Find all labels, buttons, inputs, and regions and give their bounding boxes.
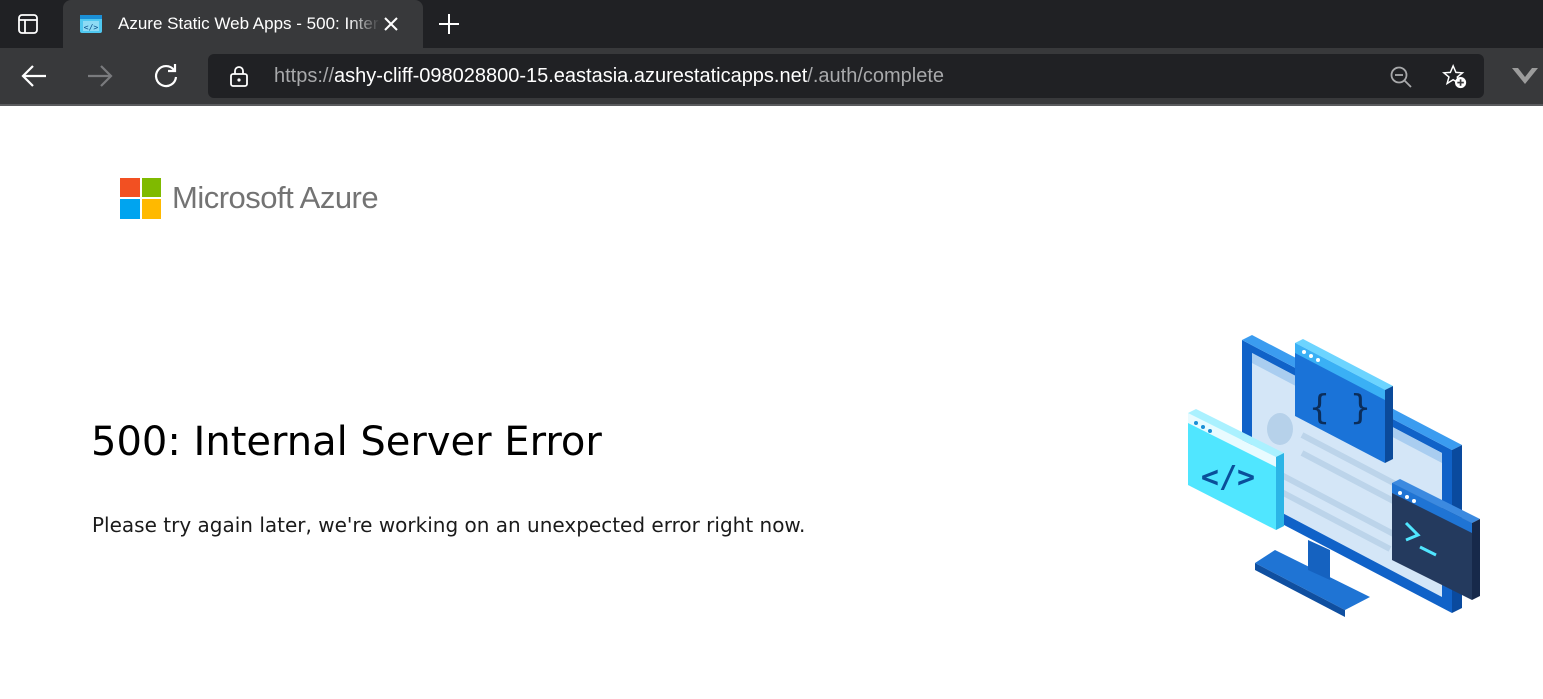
- extension-icon[interactable]: [1510, 62, 1540, 90]
- add-favorite-button[interactable]: [1442, 63, 1468, 90]
- code-window-icon: </>: [80, 15, 102, 33]
- tab-actions-button[interactable]: [8, 6, 48, 42]
- back-button[interactable]: [16, 60, 52, 92]
- refresh-button[interactable]: [148, 60, 184, 92]
- browser-toolbar: https://ashy-cliff-098028800-15.eastasia…: [0, 48, 1543, 106]
- active-tab[interactable]: </> Azure Static Web Apps - 500: Interna…: [63, 0, 423, 48]
- back-arrow-icon: [21, 65, 46, 87]
- url-host: ashy-cliff-098028800-15.eastasia.azurest…: [334, 65, 808, 87]
- address-bar[interactable]: https://ashy-cliff-098028800-15.eastasia…: [208, 54, 1484, 98]
- svg-text:</>: </>: [1201, 460, 1255, 495]
- error-message: Please try again later, we're working on…: [92, 513, 806, 537]
- tab-strip: </> Azure Static Web Apps - 500: Interna…: [0, 0, 1543, 48]
- url-text[interactable]: https://ashy-cliff-098028800-15.eastasia…: [274, 64, 944, 88]
- microsoft-logo-icon: [120, 177, 161, 219]
- close-icon[interactable]: [381, 14, 401, 34]
- tab-actions-icon: [18, 14, 38, 34]
- url-scheme: https://: [274, 65, 335, 87]
- plus-icon: [439, 14, 459, 34]
- refresh-icon: [154, 64, 178, 88]
- forward-button[interactable]: [82, 60, 118, 92]
- zoom-out-icon: [1390, 66, 1412, 88]
- tab-title: Azure Static Web Apps - 500: Internal Se…: [118, 14, 380, 33]
- url-path: /.auth/complete: [807, 65, 945, 87]
- brand-name: Microsoft Azure: [172, 180, 379, 215]
- new-tab-button[interactable]: [432, 10, 466, 38]
- error-title: 500: Internal Server Error: [91, 419, 602, 465]
- computer-code-windows-illustration: { } </>: [1188, 335, 1480, 617]
- zoom-button[interactable]: [1388, 64, 1414, 90]
- microsoft-azure-logo: Microsoft Azure: [120, 177, 379, 219]
- svg-text:</>: </>: [84, 23, 99, 32]
- svg-text:{ }: { }: [1309, 388, 1370, 428]
- add-favorite-icon: [1442, 63, 1467, 89]
- forward-arrow-icon: [88, 65, 113, 87]
- lock-icon[interactable]: [228, 65, 250, 87]
